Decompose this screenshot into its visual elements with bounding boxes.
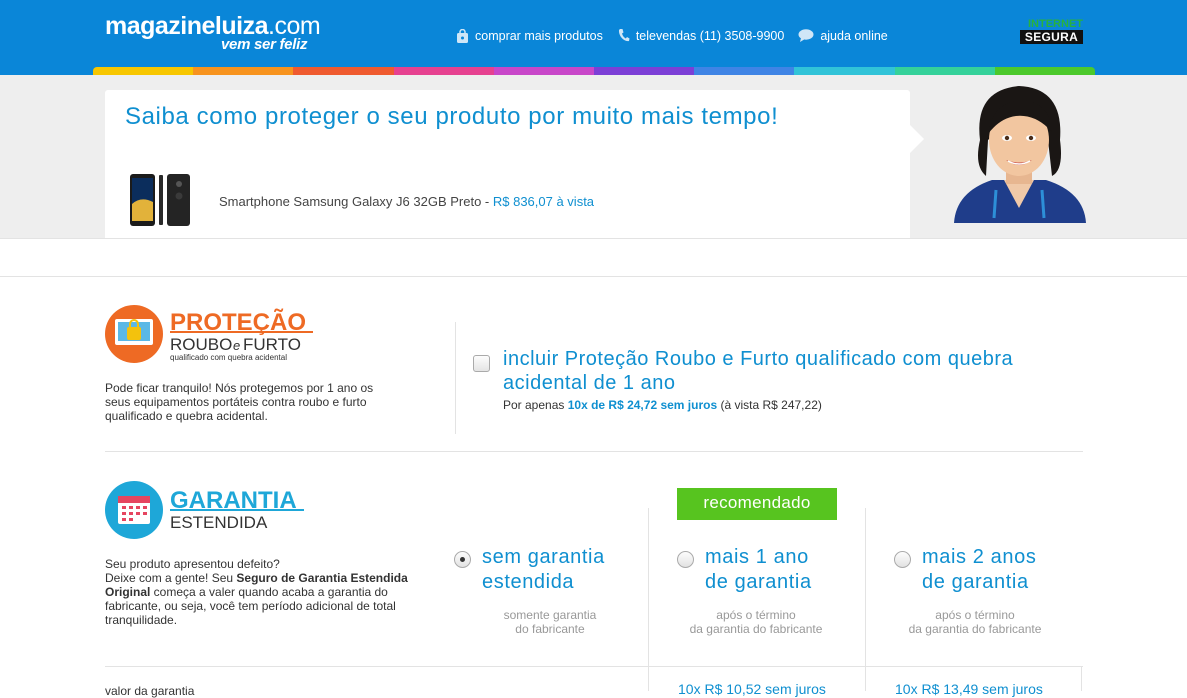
top-navigation: comprar mais produtos televendas (11) 35… [456,28,892,43]
option-title-line1: mais 2 anos [922,546,1037,568]
nav-label: televendas (11) 3508-9900 [635,28,785,43]
product-info: Smartphone Samsung Galaxy J6 32GB Preto … [219,194,594,209]
rainbow-color-bar [93,67,1095,75]
warranty-col-divider-2 [865,508,866,691]
option-sub-line2: do fabricante [515,622,585,636]
protection-checkbox[interactable] [473,355,490,372]
warranty-option-2-years-sub: após o término da garantia do fabricante [895,608,1055,636]
option-sub-line2: da garantia do fabricante [689,622,823,636]
nav-label: comprar mais produtos [475,28,603,43]
warranty-option-1-year-title[interactable]: mais 1 ano de garantia [705,545,812,595]
warranty-option-none-radio[interactable] [454,551,471,568]
warranty-price-2-years: 10x R$ 13,49 sem juros [895,681,1043,697]
lu-assistant-avatar [954,86,1086,223]
warranty-col-divider-3 [1081,666,1082,691]
banner-headline: Saiba como proteger o seu produto por mu… [125,103,779,130]
price-suffix: (à vista R$ 247,22) [717,398,822,412]
garantia-estendida-logo: GARANTIA ESTENDIDA [105,481,304,539]
banner-bottom-divider [0,238,1187,239]
product-price: R$ 836,07 à vista [492,194,595,209]
option-title-line1: mais 1 ano [705,546,809,568]
phone-icon [618,29,630,42]
logo-e-text: e [233,338,240,353]
protection-option-title[interactable]: incluir Proteção Roubo e Furto qualifica… [503,347,1023,395]
nav-label: ajuda online [820,28,888,43]
protection-vertical-divider [455,322,456,434]
recommended-badge: recomendado [677,488,837,520]
warranty-option-1-year-radio[interactable] [677,551,694,568]
product-thumbnail [130,174,190,226]
option-sub-line2: da garantia do fabricante [908,622,1042,636]
option-sub-line1: após o término [716,608,796,622]
product-name: Smartphone Samsung Galaxy J6 32GB Preto … [219,194,493,209]
seal-line-1: INTERNET [1028,18,1083,30]
protection-option-price: Por apenas 10x de R$ 24,72 sem juros (à … [503,398,822,412]
logo-caption-text: qualificado com quebra acidental [170,353,287,362]
warranty-price-1-year: 10x R$ 10,52 sem juros [678,681,826,697]
section-top-divider [0,276,1187,277]
logo-slogan: vem ser feliz [221,36,308,53]
warranty-option-2-years-radio[interactable] [894,551,911,568]
section-divider [105,451,1083,452]
logo-furto-text: FURTO [243,335,301,354]
warranty-description: Seu produto apresentou defeito? Deixe co… [105,557,420,627]
internet-segura-seal[interactable]: INTERNET SEGURA [1020,18,1083,44]
chat-bubble-icon [798,29,814,42]
warranty-desc-line1: Seu produto apresentou defeito? [105,557,280,571]
option-sub-line1: após o término [935,608,1015,622]
warranty-price-label: valor da garantia [105,684,195,698]
warranty-col-divider-1 [648,508,649,691]
price-installments: 10x de R$ 24,72 sem juros [567,398,718,412]
site-header: magazineluiza.com vem ser feliz comprar … [0,0,1187,75]
protection-description: Pode ficar tranquilo! Nós protegemos por… [105,381,374,423]
option-title-line2: de garantia [705,571,812,593]
bag-icon [457,28,468,43]
logo-estendida-text: ESTENDIDA [170,513,268,532]
logo-garantia-text: GARANTIA [170,487,297,514]
logo-roubo-text: ROUBO [170,335,232,354]
seal-line-2: SEGURA [1020,30,1083,44]
speech-bubble: Saiba como proteger o seu produto por mu… [105,90,924,238]
option-sub-line1: somente garantia [503,608,597,622]
nav-telesales[interactable]: televendas (11) 3508-9900 [617,28,785,43]
warranty-option-2-years-title[interactable]: mais 2 anos de garantia [922,545,1036,595]
warranty-option-none-sub: somente garantia do fabricante [470,608,630,636]
warranty-desc-prefix: Deixe com a gente! Seu [105,571,237,585]
warranty-option-none-title[interactable]: sem garantia estendida [482,545,605,595]
option-title-line2: estendida [482,571,575,593]
option-title-line2: de garantia [922,571,1029,593]
protecao-roubo-furto-logo: PROTEÇÃO ROUBO e FURTO qualificado com q… [105,305,313,363]
protection-banner: Saiba como proteger o seu produto por mu… [0,75,1187,238]
nav-buy-more-products[interactable]: comprar mais produtos [456,28,603,43]
option-title-line1: sem garantia [482,546,605,568]
logo-protecao-text: PROTEÇÃO [170,308,306,336]
magazineluiza-logo[interactable]: magazineluiza.com vem ser feliz [105,14,321,54]
price-prefix: Por apenas [503,398,568,412]
warranty-option-1-year-sub: após o término da garantia do fabricante [676,608,836,636]
price-row-divider [105,666,1083,667]
nav-online-help[interactable]: ajuda online [798,28,888,43]
